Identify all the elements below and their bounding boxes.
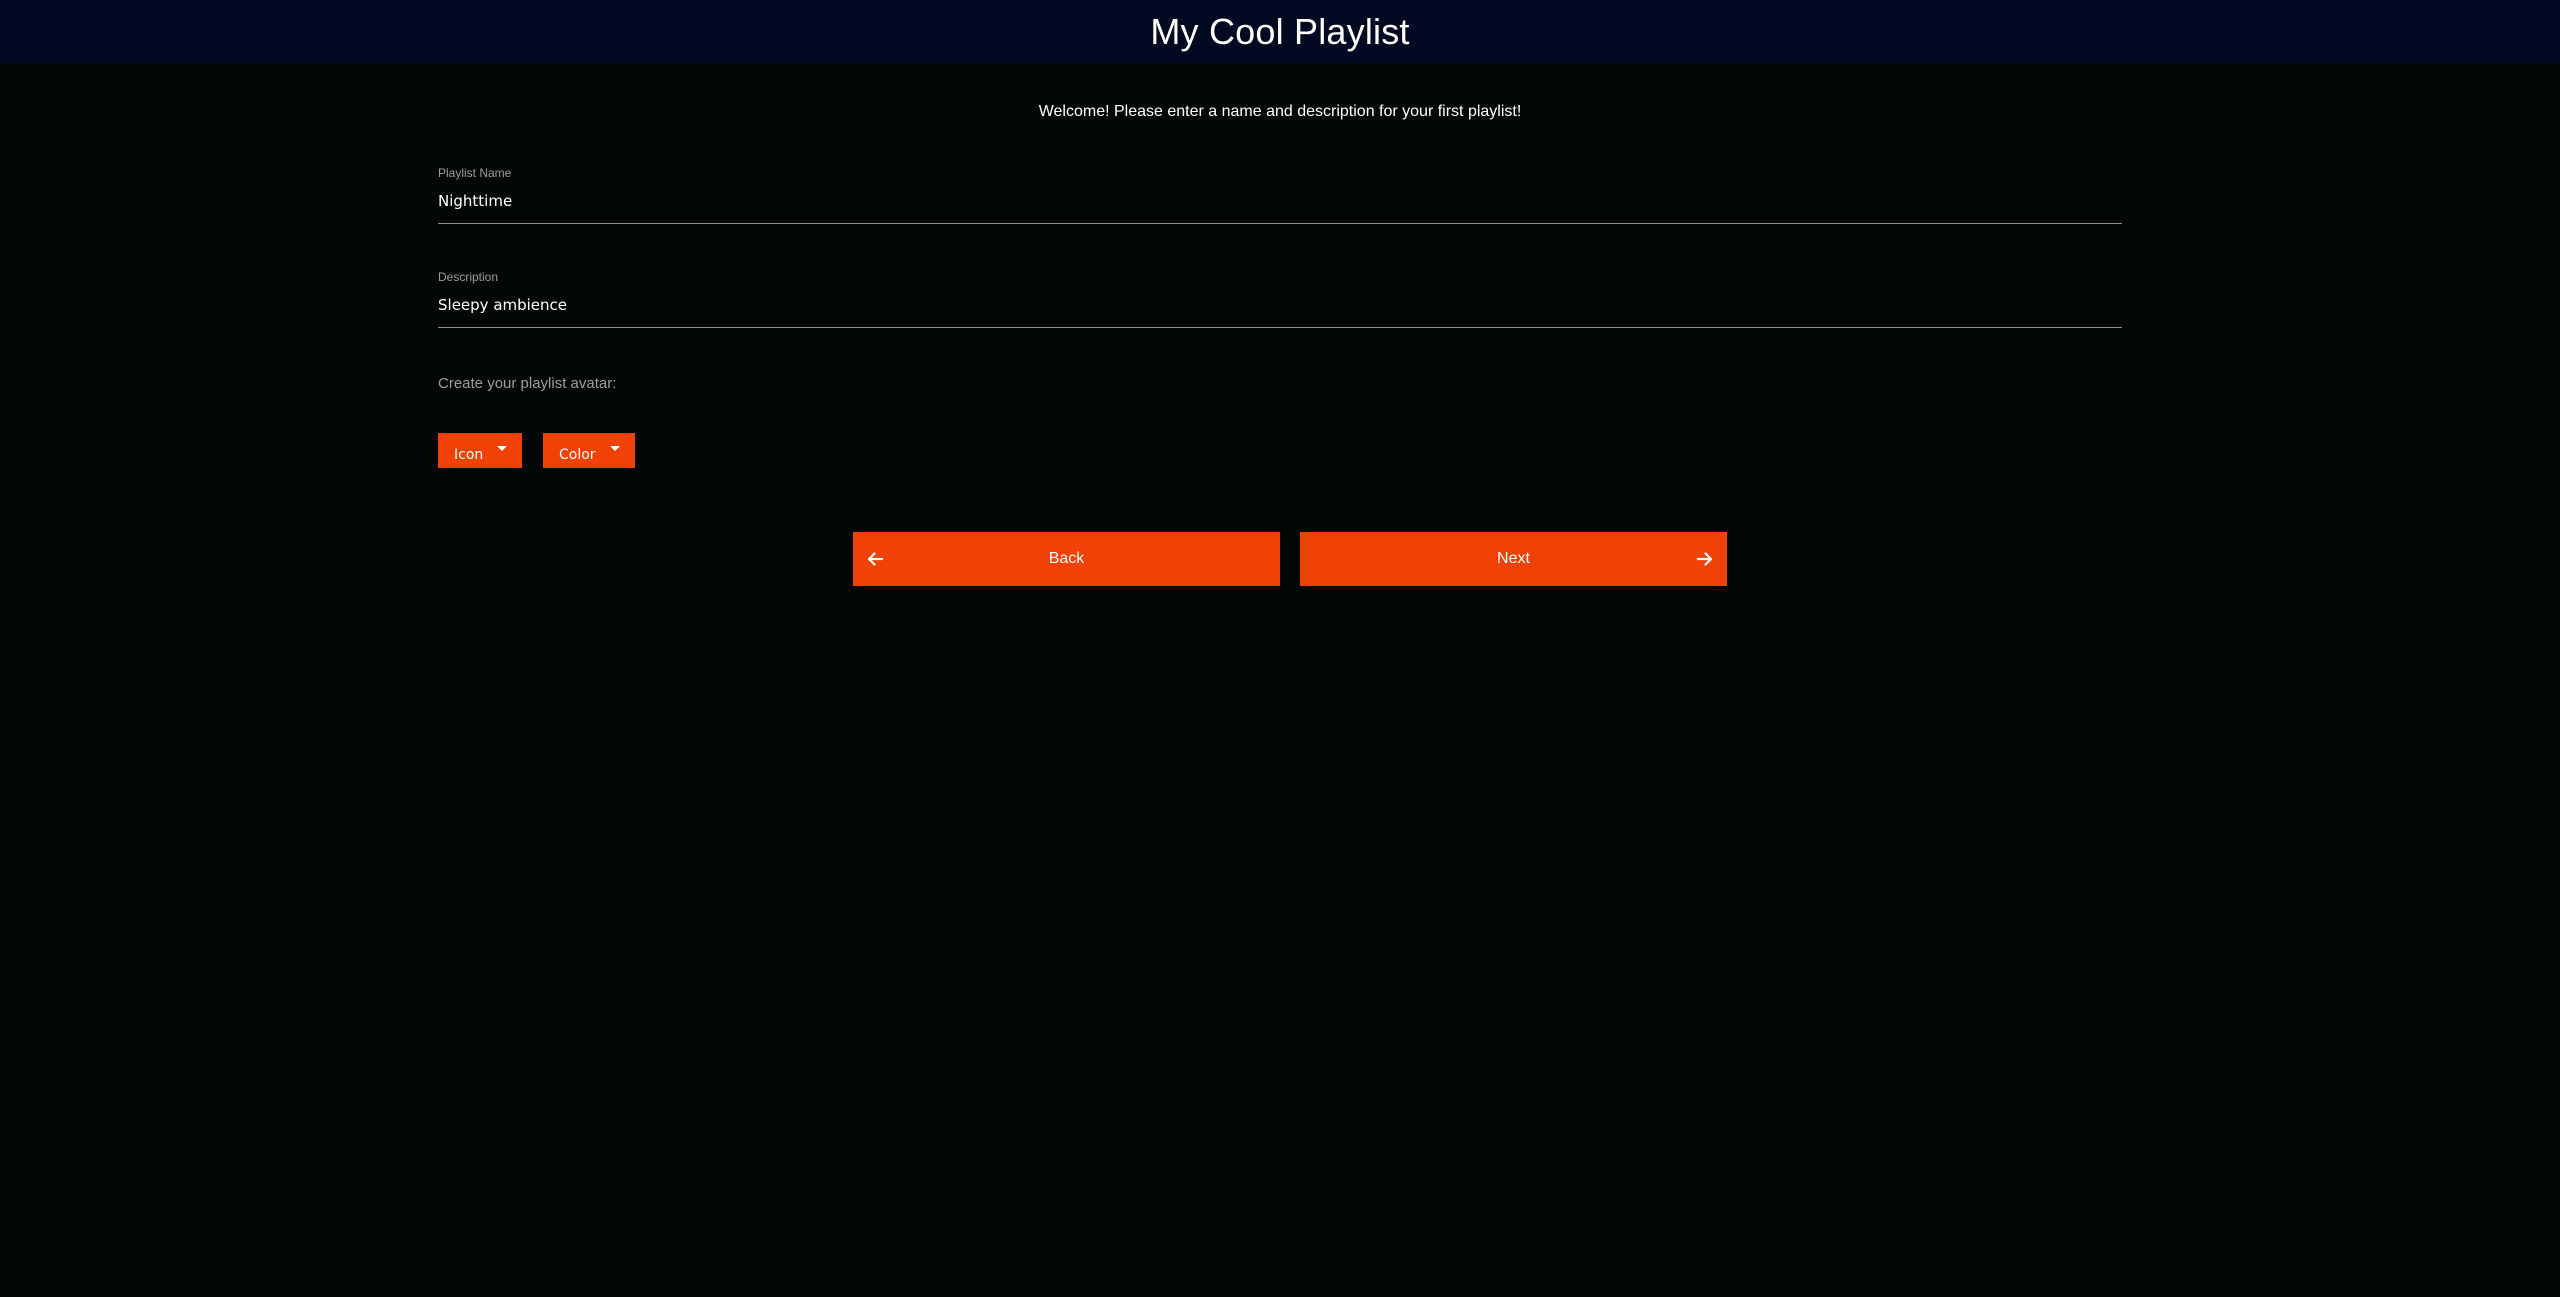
back-button[interactable]: Back [853, 532, 1280, 586]
app-header: My Cool Playlist [0, 0, 2560, 63]
playlist-name-input[interactable] [438, 182, 2122, 224]
icon-dropdown-button[interactable]: Icon [438, 433, 522, 468]
description-label: Description [438, 270, 499, 284]
icon-dropdown-label: Icon [454, 447, 484, 463]
playlist-name-label: Playlist Name [438, 166, 512, 180]
description-field: Description [438, 270, 2122, 328]
welcome-message: Welcome! Please enter a name and descrip… [1038, 103, 1522, 120]
avatar-section-label: Create your playlist avatar: [438, 375, 617, 392]
caret-down-icon [609, 446, 620, 451]
next-button-label: Next [1497, 550, 1530, 567]
page-title: My Cool Playlist [1150, 10, 1410, 52]
caret-down-icon [497, 446, 508, 451]
color-dropdown-button[interactable]: Color [543, 433, 635, 468]
back-button-label: Back [1048, 550, 1085, 567]
playlist-name-field: Playlist Name [438, 166, 2122, 224]
arrow-right-icon [1696, 552, 1713, 566]
next-button[interactable]: Next [1300, 532, 1727, 586]
color-dropdown-label: Color [559, 447, 596, 463]
description-input[interactable] [438, 286, 2122, 328]
